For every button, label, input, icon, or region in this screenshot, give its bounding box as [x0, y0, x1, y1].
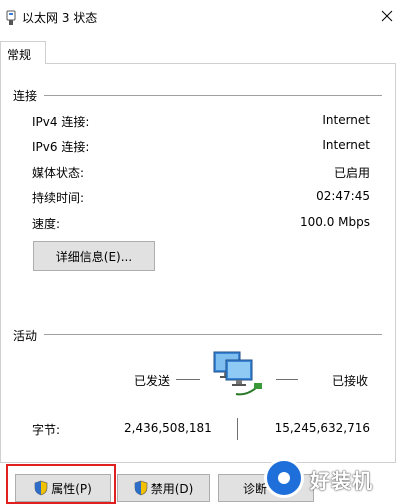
disable-button[interactable]: 禁用(D)	[117, 474, 210, 502]
received-label: 已接收	[332, 374, 369, 388]
speed-value: 100.0 Mbps	[299, 215, 370, 229]
duration-label: 持续时间:	[32, 191, 85, 205]
close-icon	[381, 10, 393, 22]
media-state-value: 已启用	[333, 166, 370, 180]
activity-section-label: 活动	[13, 329, 38, 343]
duration-value: 02:47:45	[316, 189, 370, 203]
watermark-logo-icon	[264, 458, 304, 498]
sent-label: 已发送	[134, 374, 171, 388]
speed-label: 速度:	[32, 217, 61, 231]
sent-dash	[176, 379, 200, 380]
ipv4-value: Internet	[322, 113, 370, 127]
bytes-received-value: 15,245,632,716	[274, 421, 370, 435]
bytes-separator	[237, 418, 238, 440]
shield-icon	[134, 480, 147, 496]
network-activity-icon	[213, 351, 262, 396]
window-title: 以太网 3 状态	[22, 11, 98, 25]
title-bar: 以太网 3 状态	[0, 0, 401, 34]
connection-divider	[44, 95, 382, 96]
ipv6-label: IPv6 连接:	[32, 140, 90, 154]
close-button[interactable]	[372, 1, 401, 31]
watermark-text: 好装机	[310, 469, 373, 493]
activity-divider	[44, 334, 382, 335]
tab-general[interactable]: 常规	[0, 41, 46, 64]
media-state-label: 媒体状态:	[32, 166, 85, 180]
disable-button-label: 禁用(D)	[150, 481, 194, 496]
bytes-label: 字节:	[32, 423, 61, 437]
details-button-label: 详细信息(E)...	[55, 249, 133, 264]
details-button[interactable]: 详细信息(E)...	[33, 241, 155, 271]
connection-section-label: 连接	[13, 89, 38, 103]
bytes-sent-value: 2,436,508,181	[124, 421, 212, 435]
tab-general-label: 常规	[7, 48, 32, 62]
ipv6-value: Internet	[322, 138, 370, 152]
network-adapter-icon	[6, 10, 16, 25]
properties-highlight	[6, 464, 116, 504]
watermark: 好装机	[262, 456, 401, 500]
received-dash	[276, 379, 298, 380]
ipv4-label: IPv4 连接:	[32, 115, 90, 129]
